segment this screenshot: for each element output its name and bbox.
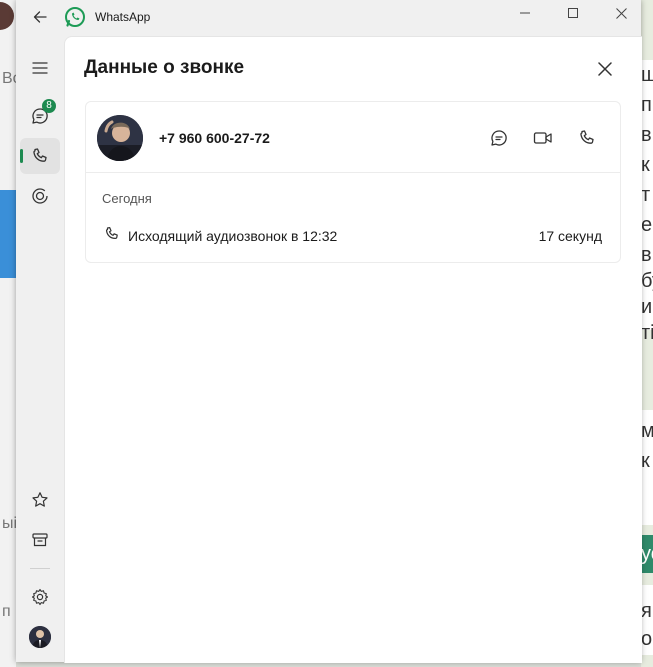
hamburger-menu-icon xyxy=(32,62,48,74)
contact-photo-icon xyxy=(97,115,143,161)
close-icon xyxy=(615,7,627,19)
background-text: Во xyxy=(2,70,16,87)
background-text: ыі xyxy=(2,515,16,532)
background-text: ті xyxy=(641,322,653,344)
phone-icon xyxy=(580,130,594,144)
chats-button[interactable]: 8 xyxy=(20,98,60,134)
profile-photo-icon xyxy=(29,626,51,648)
minimize-button[interactable] xyxy=(505,0,545,26)
outgoing-call-icon xyxy=(105,227,118,240)
video-camera-icon xyxy=(533,132,552,144)
video-call-button[interactable] xyxy=(529,124,557,152)
background-text: в xyxy=(641,244,652,266)
minimize-icon xyxy=(520,12,530,14)
status-button[interactable] xyxy=(20,178,60,214)
call-log-entry: Исходящий аудиозвонок в 12:32 17 секунд xyxy=(86,218,620,252)
contact-phone-number: +7 960 600-27-72 xyxy=(159,130,270,146)
background-text: к xyxy=(641,450,650,472)
background-avatar xyxy=(0,2,14,30)
status-icon xyxy=(32,188,48,204)
background-text: щ xyxy=(641,64,653,86)
background-text: уо xyxy=(641,543,653,565)
background-text: ер xyxy=(641,214,653,236)
gear-icon xyxy=(31,588,49,606)
audio-call-button[interactable] xyxy=(573,124,601,152)
background-text: бу xyxy=(641,270,653,292)
profile-button[interactable] xyxy=(20,619,60,655)
close-panel-button[interactable] xyxy=(593,57,617,81)
date-heading: Сегодня xyxy=(102,191,152,206)
call-description: Исходящий аудиозвонок в 12:32 xyxy=(128,228,338,244)
background-text: п xyxy=(641,94,652,116)
background-left-window: Во ыі п xyxy=(0,0,16,667)
title-bar: WhatsApp xyxy=(16,0,641,34)
call-details-panel: Данные о звонке +7 960 600-27-72 Сегодня… xyxy=(64,36,642,663)
background-text: ор xyxy=(641,628,653,650)
phone-icon xyxy=(33,148,47,162)
settings-button[interactable] xyxy=(20,579,60,615)
chat-icon xyxy=(491,130,507,146)
background-text: в xyxy=(641,124,652,146)
maximize-button[interactable] xyxy=(553,0,593,26)
window-close-button[interactable] xyxy=(601,0,641,26)
background-text: к xyxy=(641,154,650,176)
archived-chats-button[interactable] xyxy=(20,522,60,558)
calls-button[interactable] xyxy=(20,138,60,174)
whatsapp-logo-icon xyxy=(65,7,85,27)
navigation-rail: 8 xyxy=(16,34,64,662)
background-text: ми xyxy=(641,420,653,442)
arrow-left-icon xyxy=(33,11,47,23)
back-button[interactable] xyxy=(30,7,50,27)
star-icon xyxy=(32,492,48,507)
whatsapp-window: WhatsApp 8 Данные о звонке +7 960 600-27… xyxy=(16,0,642,663)
rail-divider xyxy=(30,568,50,569)
background-text: ир xyxy=(641,296,653,318)
background-blue-block xyxy=(0,190,16,278)
call-duration: 17 секунд xyxy=(538,228,602,244)
panel-title: Данные о звонке xyxy=(84,57,245,78)
app-title: WhatsApp xyxy=(95,10,151,24)
contact-row: +7 960 600-27-72 xyxy=(86,102,620,173)
close-icon xyxy=(598,62,612,76)
call-details-card: +7 960 600-27-72 Сегодня Исходящий аудио… xyxy=(85,101,621,263)
background-text: т xyxy=(641,184,651,206)
archive-icon xyxy=(32,533,48,547)
background-text: я xyxy=(641,600,652,622)
unread-count-badge: 8 xyxy=(42,99,56,113)
starred-messages-button[interactable] xyxy=(20,482,60,518)
avatar xyxy=(29,626,51,648)
maximize-icon xyxy=(568,8,578,18)
menu-button[interactable] xyxy=(20,50,60,86)
contact-avatar[interactable] xyxy=(97,115,143,161)
background-text: п xyxy=(2,603,11,620)
message-contact-button[interactable] xyxy=(485,124,513,152)
background-right-window: щ п в к т ер в бу ир ті ми к уо я ор xyxy=(641,0,653,667)
